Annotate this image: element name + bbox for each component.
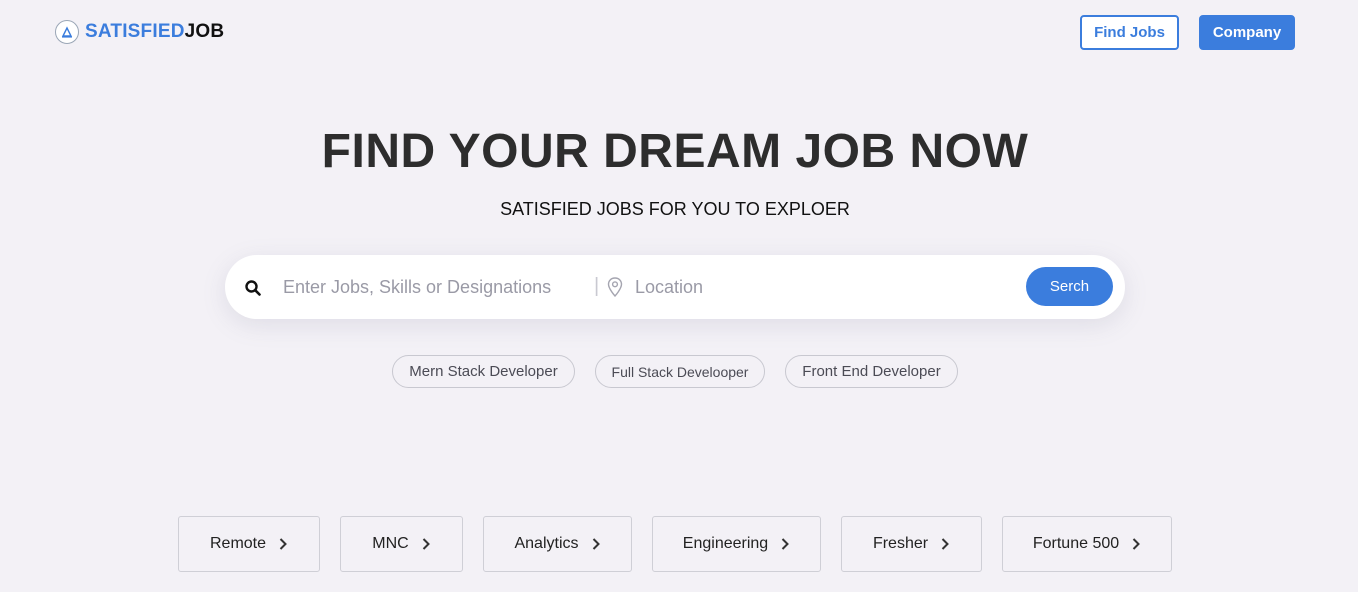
suggestion-chip-front-end[interactable]: Front End Developer bbox=[785, 355, 958, 388]
category-label: Remote bbox=[209, 535, 267, 552]
category-card-engineering[interactable]: Engineering bbox=[652, 516, 821, 572]
search-divider: | bbox=[594, 275, 600, 297]
category-label: Fortune 500 bbox=[1032, 535, 1120, 552]
chevron-right-icon bbox=[592, 538, 600, 550]
chevron-right-icon bbox=[1132, 538, 1141, 550]
search-bar: | Serch bbox=[225, 255, 1125, 319]
suggestion-chip-mern-stack[interactable]: Mern Stack Developer bbox=[392, 355, 575, 388]
brand-name-part1: SATISFIED bbox=[85, 21, 185, 42]
location-input[interactable] bbox=[629, 269, 929, 305]
chevron-right-icon bbox=[941, 538, 949, 550]
category-card-analytics[interactable]: Analytics bbox=[483, 516, 632, 572]
hero-subtitle: SATISFIED JOBS FOR YOU TO EXPLOER bbox=[500, 199, 850, 219]
category-card-fortune-500[interactable]: Fortune 500 bbox=[1002, 516, 1172, 572]
category-card-mnc[interactable]: MNC bbox=[340, 516, 463, 572]
logo-icon bbox=[55, 20, 79, 44]
category-label: Fresher bbox=[872, 535, 929, 552]
suggestion-chip-full-stack[interactable]: Full Stack Develooper bbox=[595, 355, 765, 388]
company-button[interactable]: Company bbox=[1199, 15, 1295, 50]
chevron-right-icon bbox=[279, 538, 287, 550]
page: SATISFIEDJOB Find Jobs Company FIND YOUR… bbox=[0, 0, 1358, 592]
category-label: MNC bbox=[372, 535, 409, 552]
brand-logo[interactable]: SATISFIEDJOB bbox=[55, 20, 224, 44]
keyword-search-input[interactable] bbox=[277, 269, 587, 305]
search-button[interactable]: Serch bbox=[1026, 267, 1113, 306]
map-pin-icon bbox=[607, 277, 623, 298]
category-label: Analytics bbox=[514, 535, 579, 552]
hero-title: FIND YOUR DREAM JOB NOW bbox=[321, 125, 1029, 178]
chevron-right-icon bbox=[422, 538, 430, 550]
search-icon bbox=[245, 280, 261, 296]
chevron-right-icon bbox=[781, 538, 790, 550]
brand-name-part2: JOB bbox=[184, 21, 225, 42]
find-jobs-button[interactable]: Find Jobs bbox=[1080, 15, 1179, 50]
category-card-remote[interactable]: Remote bbox=[178, 516, 320, 572]
category-label: Engineering bbox=[682, 535, 769, 552]
category-card-fresher[interactable]: Fresher bbox=[841, 516, 982, 572]
brand-name: SATISFIEDJOB bbox=[85, 21, 224, 43]
